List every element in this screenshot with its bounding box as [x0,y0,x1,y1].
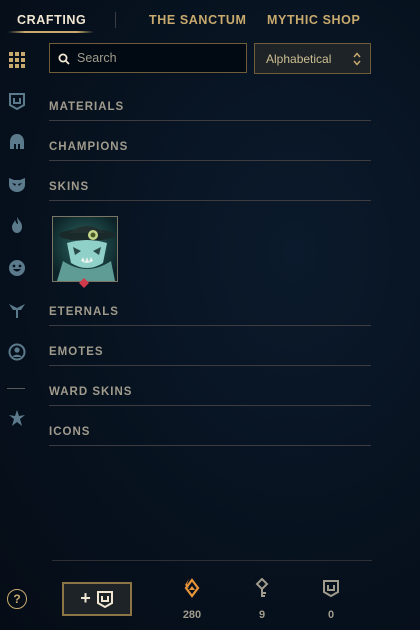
category-champions[interactable]: CHAMPIONS [49,141,371,161]
top-nav: CRAFTING THE SANCTUM MYTHIC SHOP [0,0,420,40]
category-ward-skins[interactable]: WARD SKINS [49,386,371,406]
category-icons[interactable]: ICONS [49,426,371,446]
currency-keys: 9 [242,578,282,622]
currency-essence: 280 [172,578,212,622]
category-label: ETERNALS [49,306,119,318]
category-materials[interactable]: MATERIALS [49,101,371,121]
rarity-gem-icon [79,278,89,288]
sort-dropdown[interactable]: Alphabetical [254,43,371,74]
grid-icon[interactable] [6,49,28,71]
skin-portrait [52,216,118,282]
essence-icon [182,578,202,598]
add-chest-button[interactable]: + [62,582,132,616]
eternals-icon[interactable] [6,407,28,429]
helmet-icon[interactable] [6,131,28,153]
emote-face-icon[interactable] [6,257,28,279]
sort-selected-label: Alphabetical [266,52,332,66]
category-divider [49,200,371,201]
chest-icon [321,578,341,598]
category-label: SKINS [49,181,90,193]
chest-icon[interactable] [6,90,28,112]
category-eternals[interactable]: ETERNALS [49,306,371,326]
chest-count: 0 [327,609,335,621]
category-label: MATERIALS [49,101,125,113]
skin-shard-item[interactable] [52,216,118,288]
plus-label: + [80,588,91,608]
key-count: 9 [258,609,266,621]
tab-divider [115,12,116,28]
tab-the-sanctum[interactable]: THE SANCTUM [149,13,247,27]
tab-mythic-shop[interactable]: MYTHIC SHOP [267,13,360,27]
footer-divider [52,560,372,561]
category-divider [49,365,371,366]
search-input[interactable] [77,50,237,66]
category-label: WARD SKINS [49,386,133,398]
tab-crafting[interactable]: CRAFTING [17,13,86,27]
category-divider [49,445,371,446]
category-divider [49,160,371,161]
ward-icon[interactable] [6,299,28,321]
help-button[interactable]: ? [7,589,27,609]
category-label: CHAMPIONS [49,141,129,153]
category-label: EMOTES [49,346,104,358]
category-divider [49,325,371,326]
mask-icon[interactable] [6,173,28,195]
category-divider [49,405,371,406]
chest-icon [96,591,113,608]
sidebar-separator [7,388,25,389]
skin-portrait-art [53,217,117,281]
key-icon [252,578,272,598]
sort-arrows-icon [353,52,361,66]
category-divider [49,120,371,121]
search-field[interactable] [49,43,247,73]
category-label: ICONS [49,426,91,438]
profile-icon[interactable] [6,341,28,363]
active-tab-underline [8,31,94,33]
search-icon [58,53,70,65]
essence-count: 280 [182,609,202,621]
flame-icon[interactable] [6,214,28,236]
currency-chests: 0 [311,578,351,622]
category-skins[interactable]: SKINS [49,181,371,201]
category-emotes[interactable]: EMOTES [49,346,371,366]
